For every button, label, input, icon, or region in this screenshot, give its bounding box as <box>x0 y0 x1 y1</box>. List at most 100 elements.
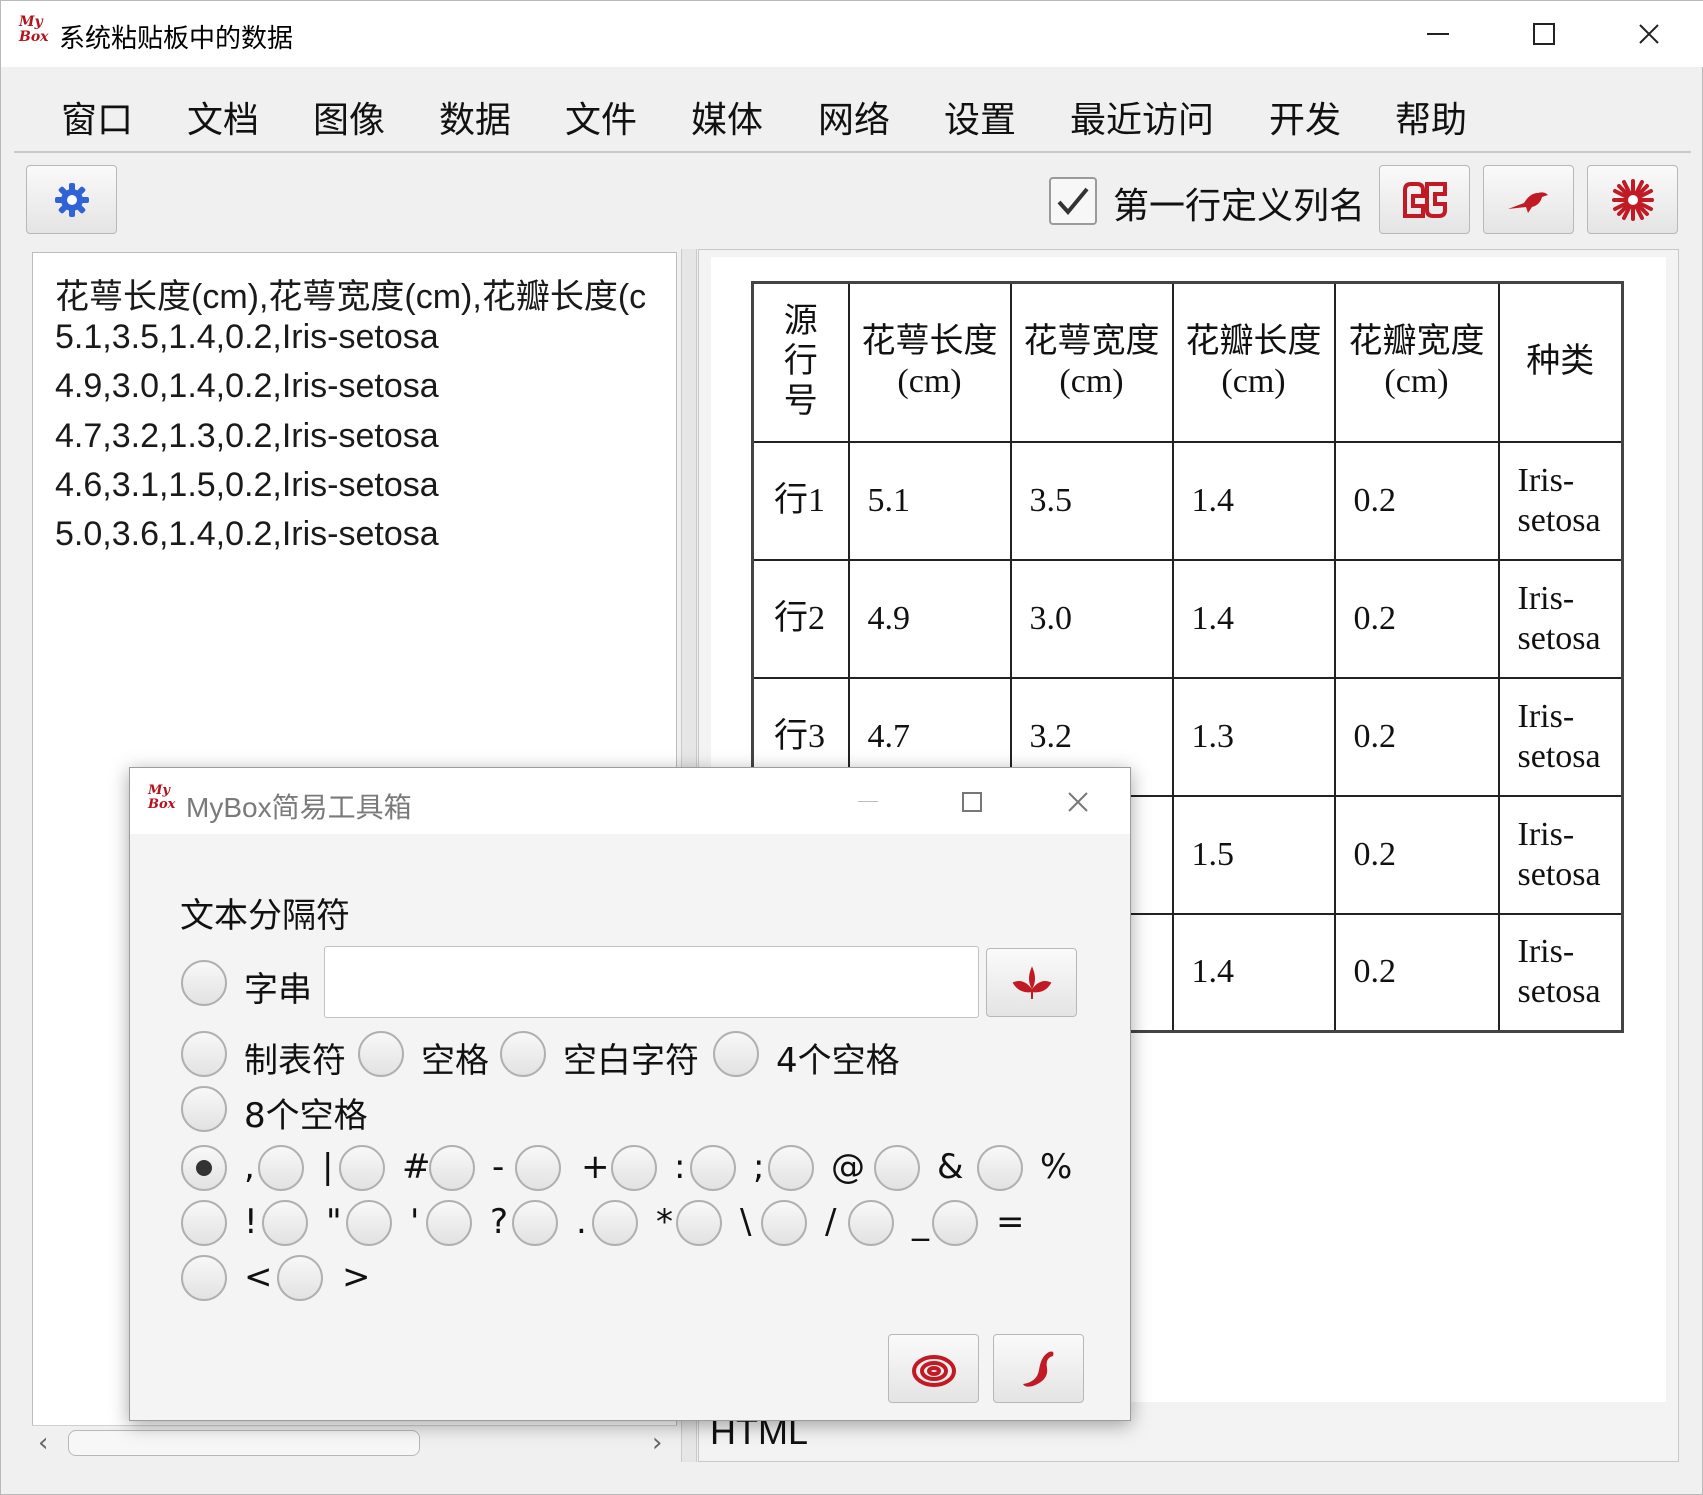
radio-comma[interactable] <box>181 1145 227 1191</box>
radio-string[interactable] <box>181 960 227 1006</box>
radio-ampersand[interactable] <box>874 1145 920 1191</box>
scroll-left-icon[interactable]: ‹ <box>38 1428 48 1458</box>
radio-less-than[interactable] <box>181 1255 227 1301</box>
menu-recent[interactable]: 最近访问 <box>1070 91 1214 143</box>
bird-button[interactable] <box>1483 165 1574 234</box>
radio-plus-label: + <box>581 1147 610 1187</box>
radio-pipe[interactable] <box>258 1145 304 1191</box>
dialog-close-button[interactable] <box>1053 782 1103 822</box>
settings-button[interactable] <box>26 165 117 234</box>
menu-network[interactable]: 网络 <box>818 91 890 143</box>
radio-greater-than[interactable] <box>277 1255 323 1301</box>
dialog-title: MyBox简易工具箱 <box>186 792 412 823</box>
radio-slash-label: / <box>825 1202 837 1242</box>
radio-underscore-label: _ <box>912 1202 929 1242</box>
radio-double-quote[interactable] <box>262 1200 308 1246</box>
menu-help[interactable]: 帮助 <box>1395 91 1467 143</box>
header-source-row: 源行号 <box>783 303 818 421</box>
menu-file[interactable]: 文件 <box>565 91 637 143</box>
maximize-icon <box>1533 23 1555 45</box>
menu-media[interactable]: 媒体 <box>691 91 763 143</box>
text-line: 4.6,3.1,1.5,0.2,Iris-setosa <box>55 466 439 504</box>
string-separator-input[interactable] <box>324 946 979 1018</box>
dialog-minimize-button[interactable] <box>843 782 893 822</box>
separator-heading: 文本分隔符 <box>180 896 350 936</box>
gear-icon <box>54 182 89 217</box>
maximize-icon <box>962 792 982 812</box>
close-icon <box>1639 24 1659 44</box>
radio-colon-label: : <box>674 1147 686 1187</box>
radio-backslash-label: \ <box>740 1202 752 1242</box>
table-cell: 0.2 <box>1333 912 1500 1033</box>
table-cell: 0.2 <box>1333 676 1500 797</box>
radio-underscore[interactable] <box>848 1200 894 1246</box>
radio-whitespace[interactable] <box>500 1031 546 1077</box>
radio-equals[interactable] <box>932 1200 978 1246</box>
radio-space[interactable] <box>358 1031 404 1077</box>
flower-button[interactable] <box>1587 165 1678 234</box>
radio-less-than-label: < <box>244 1257 273 1297</box>
text-line: 4.9,3.0,1.4,0.2,Iris-setosa <box>55 367 439 405</box>
table-cell: 1.4 <box>1171 558 1336 679</box>
ok-button[interactable] <box>888 1334 979 1403</box>
dialog-title-bar: My Box MyBox简易工具箱 <box>130 768 1130 834</box>
scrollbar-thumb[interactable] <box>68 1430 420 1456</box>
radio-comma-label: , <box>244 1147 255 1187</box>
table-cell: 4.9 <box>847 558 1012 679</box>
radio-dot[interactable] <box>512 1200 558 1246</box>
radio-tab[interactable] <box>181 1031 227 1077</box>
scroll-right-icon[interactable]: › <box>652 1428 662 1458</box>
radio-percent[interactable] <box>977 1145 1023 1191</box>
radio-8-spaces[interactable] <box>181 1086 227 1132</box>
radio-backslash[interactable] <box>676 1200 722 1246</box>
radio-slash[interactable] <box>761 1200 807 1246</box>
app-logo: My Box <box>19 14 49 45</box>
radio-at[interactable] <box>768 1145 814 1191</box>
radio-double-quote-label: " <box>326 1202 342 1242</box>
dialog-maximize-button[interactable] <box>947 782 997 822</box>
radio-8-spaces-label: 8个空格 <box>244 1096 368 1136</box>
bird-icon <box>1507 191 1548 213</box>
maximize-button[interactable] <box>1514 13 1574 55</box>
table-cell: Iris-setosa <box>1497 558 1624 679</box>
radio-pipe-label: | <box>322 1147 334 1187</box>
radio-percent-label: % <box>1040 1147 1073 1187</box>
table-header: 花萼宽度(cm) <box>1009 281 1174 443</box>
radio-hash[interactable] <box>339 1145 385 1191</box>
text-line: 花萼长度(cm),花萼宽度(cm),花瓣长度(c <box>55 278 647 316</box>
radio-minus[interactable] <box>429 1145 475 1191</box>
radio-single-quote[interactable] <box>346 1200 392 1246</box>
table-row: 行1 5.1 3.5 1.4 0.2 Iris-setosa <box>751 440 1624 561</box>
minimize-icon <box>858 801 878 802</box>
menu-data[interactable]: 数据 <box>439 91 511 143</box>
radio-question[interactable] <box>426 1200 472 1246</box>
menu-image[interactable]: 图像 <box>313 91 385 143</box>
radio-4-spaces[interactable] <box>713 1031 759 1077</box>
pattern-button[interactable] <box>1379 165 1470 234</box>
main-window: My Box 系统粘贴板中的数据 窗口 文档 图像 数据 文件 媒体 网络 设置 … <box>0 0 1703 1495</box>
cancel-button[interactable] <box>993 1334 1084 1403</box>
radio-semicolon-label: ; <box>753 1147 765 1187</box>
radio-question-label: ? <box>490 1202 509 1242</box>
phoenix-icon <box>1022 1351 1053 1387</box>
minimize-icon <box>1427 33 1449 35</box>
dialog-logo: My Box <box>148 783 176 812</box>
text-line: 5.1,3.5,1.4,0.2,Iris-setosa <box>55 318 439 356</box>
menu-document[interactable]: 文档 <box>187 91 259 143</box>
text-line: 5.0,3.6,1.4,0.2,Iris-setosa <box>55 515 439 553</box>
first-row-header-checkbox[interactable] <box>1049 177 1097 225</box>
minimize-button[interactable] <box>1408 13 1468 55</box>
text-line: 4.7,3.2,1.3,0.2,Iris-setosa <box>55 417 439 455</box>
radio-asterisk[interactable] <box>592 1200 638 1246</box>
menu-settings[interactable]: 设置 <box>944 91 1016 143</box>
radio-plus[interactable] <box>515 1145 561 1191</box>
radio-exclamation[interactable] <box>181 1200 227 1246</box>
radio-semicolon[interactable] <box>690 1145 736 1191</box>
radio-colon[interactable] <box>611 1145 657 1191</box>
horizontal-scrollbar[interactable]: ‹ › <box>32 1425 677 1459</box>
menu-bar: 窗口 文档 图像 数据 文件 媒体 网络 设置 最近访问 开发 帮助 <box>14 69 1691 153</box>
string-history-button[interactable] <box>986 948 1077 1017</box>
menu-develop[interactable]: 开发 <box>1269 91 1341 143</box>
close-button[interactable] <box>1619 13 1679 55</box>
menu-window[interactable]: 窗口 <box>61 91 133 143</box>
